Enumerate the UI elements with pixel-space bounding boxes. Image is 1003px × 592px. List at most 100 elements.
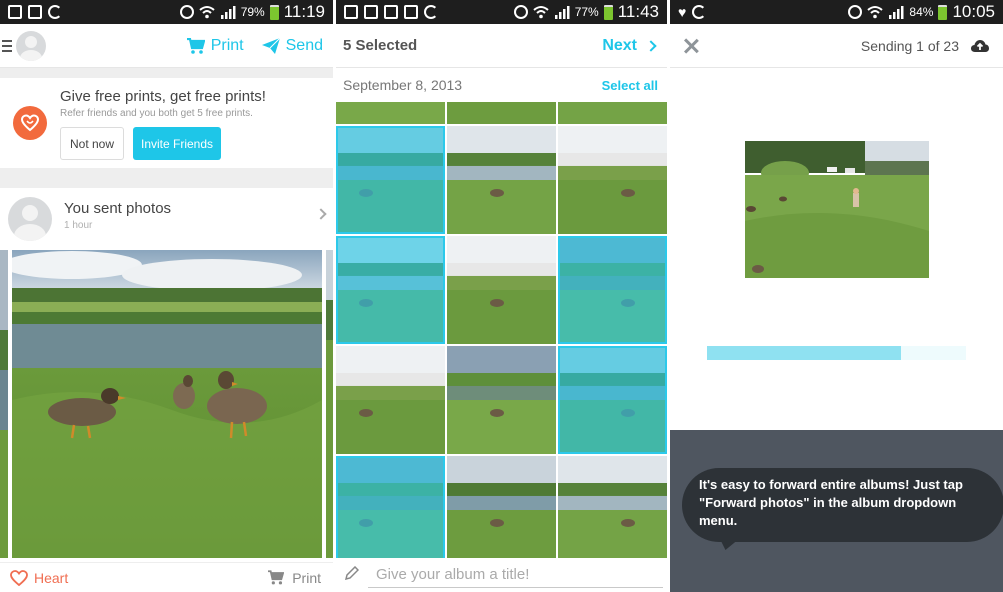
sync-icon: [424, 5, 438, 19]
heart-notification-icon: ♥: [678, 4, 687, 20]
app-header: Print Send: [0, 24, 333, 68]
battery-percent: 84%: [909, 5, 934, 19]
photo-thumbnail[interactable]: [336, 236, 445, 344]
tip-text: It's easy to forward entire albums! Just…: [699, 477, 963, 528]
gallery-notification-icon: [28, 5, 42, 19]
next-photo-peek[interactable]: [326, 250, 333, 558]
heart-logo-icon: [21, 114, 39, 132]
album-title-input[interactable]: [368, 562, 663, 588]
pencil-icon: [345, 566, 359, 580]
feed-item-actions: Heart Print: [0, 562, 333, 592]
cart-icon: [268, 570, 285, 585]
photo-thumbnail[interactable]: [447, 456, 556, 564]
promo-title: Give free prints, get free prints!: [60, 88, 266, 105]
upload-progress-fill: [707, 346, 902, 360]
previous-photo-peek[interactable]: [0, 250, 8, 558]
chevron-right-icon: [315, 208, 327, 220]
photo-thumbnail[interactable]: [447, 236, 556, 344]
photo-thumbnail[interactable]: [558, 126, 667, 234]
promo-subtitle: Refer friends and you both get 5 free pr…: [60, 108, 253, 119]
selected-overlay: [336, 126, 445, 234]
photo-thumbnail[interactable]: [336, 126, 445, 234]
photo-thumbnail[interactable]: [558, 456, 667, 564]
print-button[interactable]: Print: [186, 36, 244, 55]
sending-header: Sending 1 of 23: [670, 24, 1003, 68]
section-date: September 8, 2013: [343, 77, 463, 93]
picker-header: 5 Selected Next: [336, 24, 667, 68]
alarm-icon: [179, 5, 194, 19]
photo-thumbnail[interactable]: [558, 346, 667, 454]
feed-photo[interactable]: [12, 250, 322, 558]
not-now-button[interactable]: Not now: [60, 127, 124, 160]
cloud-upload-icon: [971, 39, 989, 52]
photo-thumbnail[interactable]: [336, 346, 445, 454]
photo-thumbnail[interactable]: [447, 102, 556, 124]
wifi-icon: [867, 6, 884, 19]
home-feed-screen: 79% 11:19 Print Send Give free prints, g…: [0, 0, 333, 592]
gallery-notification-icon: [364, 5, 378, 19]
tip-panel: It's easy to forward entire albums! Just…: [670, 430, 1003, 592]
paper-plane-icon: [261, 37, 280, 54]
sync-icon: [692, 5, 707, 19]
wifi-icon: [533, 6, 549, 19]
chevron-right-icon: [645, 39, 657, 52]
notification-icon: [404, 5, 418, 19]
alarm-icon: [513, 5, 528, 19]
print-photo-button[interactable]: Print: [268, 570, 321, 586]
battery-percent: 79%: [240, 5, 265, 19]
next-button[interactable]: Next: [602, 36, 657, 55]
signal-icon: [554, 6, 570, 19]
battery-icon: [938, 4, 948, 20]
photo-thumbnail[interactable]: [447, 126, 556, 234]
send-button[interactable]: Send: [261, 36, 323, 55]
referral-promo-card: Give free prints, get free prints! Refer…: [0, 78, 333, 168]
cart-icon: [186, 37, 205, 54]
notification-icon: [8, 5, 22, 19]
photo-thumbnail[interactable]: [336, 102, 445, 124]
date-section-header: September 8, 2013 Select all: [336, 68, 667, 102]
print-label: Print: [210, 36, 244, 54]
selected-count: 5 Selected: [343, 37, 418, 54]
next-label: Next: [602, 36, 637, 54]
photo-thumbnail[interactable]: [558, 102, 667, 124]
feed-title: You sent photos: [64, 200, 172, 217]
heart-button[interactable]: Heart: [10, 570, 68, 586]
heart-label: Heart: [34, 569, 69, 586]
invite-friends-button[interactable]: Invite Friends: [133, 127, 221, 160]
feed-item[interactable]: You sent photos 1 hour: [0, 188, 333, 248]
select-all-button[interactable]: Select all: [602, 78, 658, 93]
feed-avatar: [8, 197, 52, 241]
sending-progress-label: Sending 1 of 23: [860, 37, 959, 54]
wifi-icon: [199, 6, 215, 19]
selected-overlay: [558, 346, 667, 454]
close-icon[interactable]: [683, 38, 699, 54]
status-bar: 77% 11:43: [336, 0, 667, 24]
status-bar: ♥ 84% 10:05: [670, 0, 1003, 24]
photo-thumbnail[interactable]: [447, 346, 556, 454]
battery-percent: 77%: [574, 5, 599, 19]
feed-timestamp: 1 hour: [64, 220, 93, 231]
divider: [0, 68, 333, 78]
photo-thumbnail[interactable]: [558, 236, 667, 344]
signal-icon: [889, 6, 904, 19]
sync-icon: [48, 5, 62, 19]
photo-grid: [336, 102, 667, 564]
photo-thumbnail[interactable]: [336, 456, 445, 564]
profile-avatar[interactable]: [16, 30, 46, 61]
signal-icon: [220, 6, 236, 19]
send-label: Send: [285, 36, 323, 54]
print-label: Print: [292, 569, 321, 586]
upload-progress-bar: [707, 346, 966, 360]
menu-icon[interactable]: [2, 39, 12, 52]
photo-picker-screen: 77% 11:43 5 Selected Next September 8, 2…: [336, 0, 667, 592]
divider: [0, 168, 333, 188]
battery-icon: [269, 4, 279, 20]
status-bar: 79% 11:19: [0, 0, 333, 24]
clock: 10:05: [952, 2, 995, 21]
album-title-bar: [336, 558, 667, 592]
alarm-icon: [848, 5, 863, 19]
selected-overlay: [558, 236, 667, 344]
selected-overlay: [336, 236, 445, 344]
clock: 11:19: [283, 2, 325, 21]
notification-icon: [384, 5, 398, 19]
